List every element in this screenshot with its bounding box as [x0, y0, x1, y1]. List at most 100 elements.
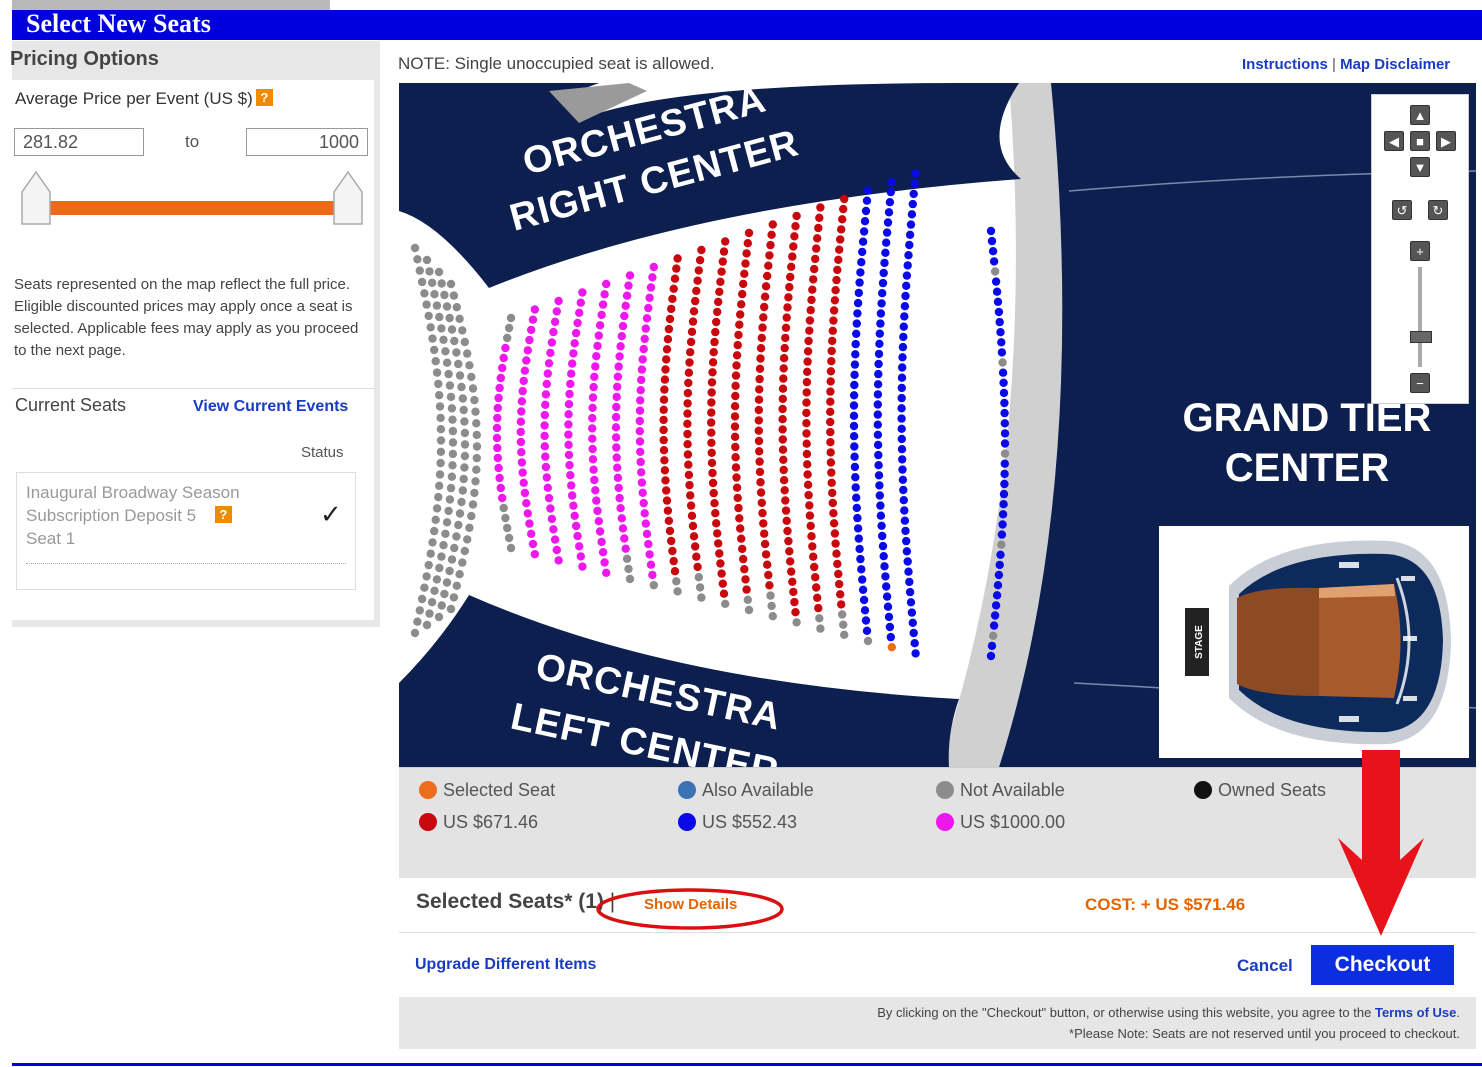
seat-dot	[765, 581, 774, 590]
pan-down-icon[interactable]: ▼	[1410, 157, 1430, 177]
seat-dot	[576, 298, 585, 307]
pan-center-icon[interactable]: ■	[1410, 131, 1430, 151]
slider-handle-max[interactable]	[332, 170, 364, 228]
seat-dot	[694, 266, 703, 275]
rotate-right-icon[interactable]: ↻	[1428, 200, 1448, 220]
seat-dot	[525, 335, 534, 345]
selected-dot-icon	[419, 781, 437, 799]
seat-dot	[826, 417, 835, 427]
seat-dot	[441, 529, 450, 538]
seat-dot	[593, 506, 602, 516]
owned-dot-icon	[1194, 781, 1212, 799]
zoom-out-icon[interactable]: −	[1410, 373, 1430, 393]
seat-dot	[492, 433, 502, 443]
annotation-arrow-icon	[1338, 750, 1424, 936]
pan-right-icon[interactable]: ▶	[1436, 131, 1456, 151]
instructions-link[interactable]: Instructions	[1242, 56, 1328, 73]
seat-dot	[899, 496, 908, 505]
seat-dot	[715, 549, 724, 558]
seat-dot	[754, 416, 763, 425]
price-max-input[interactable]	[246, 128, 368, 156]
seat-dot	[693, 276, 702, 285]
seat-dot	[730, 402, 740, 411]
rotate-left-icon[interactable]: ↺	[1392, 200, 1412, 220]
seat-dot	[617, 332, 626, 341]
seat-dot	[856, 554, 865, 564]
seat-dot	[768, 220, 777, 229]
seat-dot	[810, 264, 819, 274]
seat-dot	[427, 598, 437, 607]
seat-dot	[897, 373, 907, 382]
seat-dot	[613, 382, 622, 391]
seat-dot	[906, 220, 916, 229]
terms-of-use-link[interactable]: Terms of Use	[1375, 1005, 1456, 1020]
seat-dot	[900, 312, 909, 321]
seat-dot	[713, 529, 722, 538]
view-current-events-link[interactable]: View Current Events	[193, 398, 348, 416]
seat-dot	[807, 532, 816, 541]
seat-dot	[546, 348, 555, 358]
seat-dot	[659, 425, 668, 435]
venue-minimap[interactable]: STAGE	[1159, 526, 1469, 758]
seat-dot	[852, 319, 861, 328]
seat-dot	[685, 358, 694, 367]
seat-dot	[463, 535, 472, 544]
seat-dot	[692, 286, 701, 296]
map-disclaimer-link[interactable]: Map Disclaimer	[1340, 56, 1450, 73]
zoom-in-icon[interactable]: +	[1410, 241, 1430, 261]
seat-dot	[673, 587, 682, 596]
seat-dot	[858, 237, 868, 246]
seat-dot	[878, 531, 887, 541]
seat-dot	[470, 488, 479, 498]
seat-dot	[826, 407, 835, 416]
seat-dot	[732, 483, 742, 492]
seat-dot	[459, 405, 468, 415]
seat-dot	[448, 438, 458, 447]
seat-dot	[417, 594, 427, 604]
zoom-slider-track[interactable]	[1418, 267, 1422, 367]
seat-dot	[873, 420, 882, 429]
seat-dot	[731, 381, 740, 390]
seat-dot	[625, 574, 635, 584]
seat-dot	[710, 499, 719, 508]
seat-dot	[737, 534, 746, 543]
seat-dot	[568, 491, 577, 500]
seat-dot	[851, 483, 860, 492]
pan-left-icon[interactable]: ◀	[1384, 131, 1404, 151]
seat-dot	[898, 342, 908, 352]
seat-dot	[878, 289, 887, 298]
seat-dot	[803, 460, 812, 469]
seat-dot	[516, 417, 526, 426]
upgrade-different-items-link[interactable]: Upgrade Different Items	[415, 956, 596, 974]
seat-dot	[989, 621, 999, 630]
checkout-button[interactable]: Checkout	[1311, 945, 1454, 985]
seat-dot	[858, 585, 868, 594]
help-icon[interactable]: ?	[214, 506, 232, 523]
seat-dot	[859, 595, 869, 605]
legend-owned: Owned Seats	[1194, 780, 1326, 801]
seat-dot	[756, 354, 765, 363]
price-min-input[interactable]	[14, 128, 144, 156]
seat-dot	[743, 239, 752, 248]
zoom-slider-handle[interactable]	[1410, 331, 1432, 343]
seat-dot	[434, 612, 444, 622]
minimap-stage-label: STAGE	[1194, 625, 1205, 659]
legend-price-red-label: US $671.46	[443, 812, 539, 832]
seat-dot	[445, 566, 454, 576]
seat-dot	[458, 394, 467, 403]
price-slider-track[interactable]	[36, 201, 350, 215]
seat-dot	[436, 458, 445, 468]
help-icon[interactable]: ?	[255, 89, 273, 106]
seat-dot	[761, 550, 771, 559]
cost-label: COST: + US $571.46	[1085, 895, 1246, 914]
seat-dot	[635, 406, 645, 415]
pan-up-icon[interactable]: ▲	[1410, 105, 1430, 125]
slider-handle-min[interactable]	[20, 170, 52, 228]
seat-dot	[591, 486, 600, 495]
seat-dot	[541, 400, 550, 409]
seat-dot	[635, 416, 644, 426]
magenta-dot-icon	[936, 813, 954, 831]
seat-dot	[460, 337, 469, 347]
cancel-link[interactable]: Cancel	[1237, 956, 1293, 976]
seat-dot	[588, 444, 597, 454]
